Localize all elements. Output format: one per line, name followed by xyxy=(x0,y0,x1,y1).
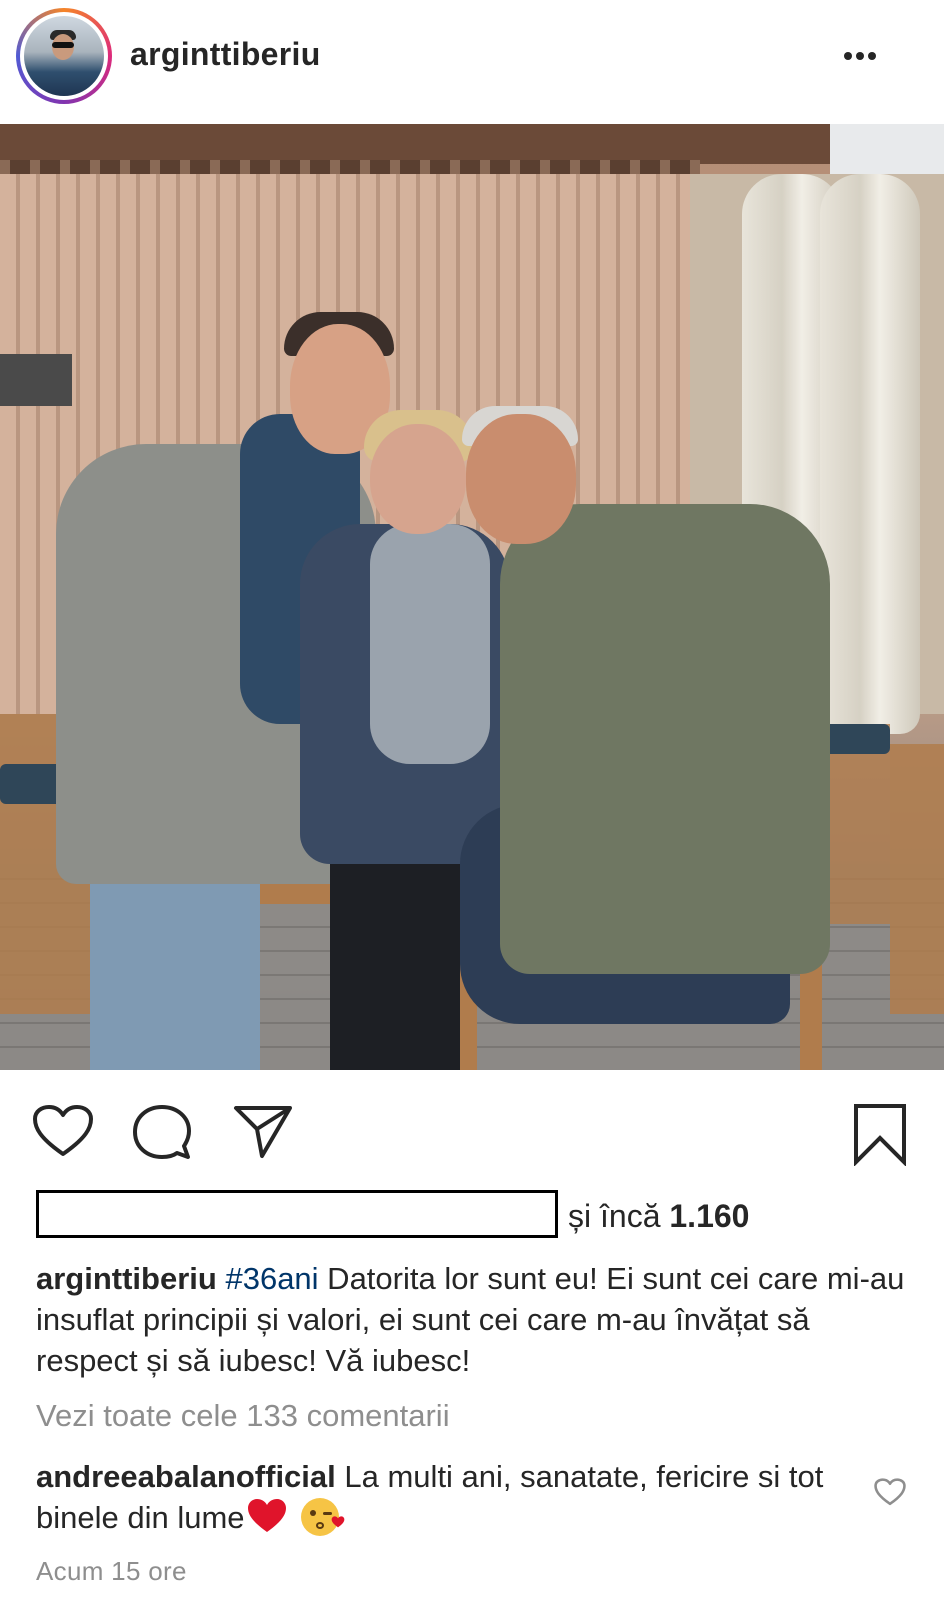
post-timestamp: Acum 15 ore xyxy=(36,1556,187,1586)
avatar xyxy=(24,16,104,96)
caption-hashtag[interactable]: #36ani xyxy=(225,1261,318,1296)
paper-plane-icon[interactable] xyxy=(232,1102,294,1160)
caption-username[interactable]: arginttiberiu xyxy=(36,1261,217,1296)
more-options-icon[interactable] xyxy=(844,44,884,68)
redacted-likers-box[interactable] xyxy=(36,1190,558,1238)
view-all-comments-link[interactable]: Vezi toate cele 133 comentarii xyxy=(36,1398,450,1434)
post-photo[interactable] xyxy=(0,124,944,1070)
comment-heart-icon[interactable] xyxy=(874,1478,906,1511)
comment-username[interactable]: andreeabalanofficial xyxy=(36,1459,336,1494)
top-comment: andreeabalanofficial La multi ani, sanat… xyxy=(36,1456,856,1544)
face-blowing-kiss-emoji xyxy=(300,1498,344,1536)
heart-outline-icon[interactable] xyxy=(32,1104,94,1158)
likes-count-text[interactable]: și încă 1.160 xyxy=(568,1198,749,1235)
profile-avatar-ring[interactable] xyxy=(16,8,112,104)
bookmark-outline-icon[interactable] xyxy=(852,1102,908,1166)
post-header: arginttiberiu xyxy=(0,0,944,124)
post-caption: arginttiberiu #36ani Datorita lor sunt e… xyxy=(36,1258,916,1381)
likes-count: 1.160 xyxy=(669,1198,750,1234)
likes-prefix: și încă xyxy=(568,1198,661,1234)
post-author-username[interactable]: arginttiberiu xyxy=(130,36,321,73)
avatar-frame xyxy=(20,12,108,100)
likes-line: și încă 1.160 xyxy=(36,1190,936,1238)
red-heart-emoji xyxy=(247,1498,287,1544)
action-bar xyxy=(0,1070,944,1180)
